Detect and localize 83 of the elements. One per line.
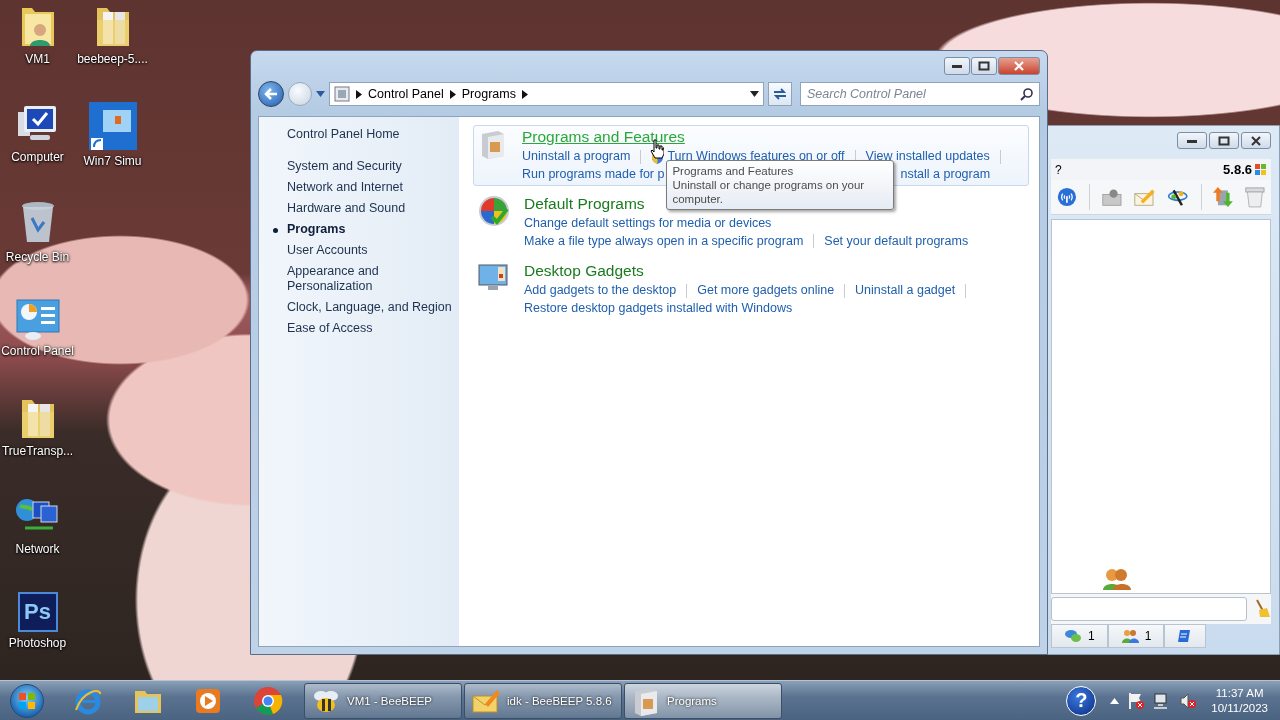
address-bar[interactable]: Control Panel Programs [329,82,764,106]
desktop-icon-label[interactable]: VM1 [0,52,75,67]
search-field[interactable]: Search Control Panel [800,82,1040,106]
maximize-button[interactable] [971,57,997,75]
speaker-muted-icon[interactable] [1179,691,1198,710]
broom-icon[interactable] [1253,599,1271,619]
desktop-icon-label[interactable]: Win7 Simu [75,154,150,169]
desktop-icon-label[interactable]: Photoshop [0,636,75,651]
nav-link[interactable]: User Accounts [272,240,459,261]
task-link[interactable]: Uninstall a gadget [855,282,956,300]
nav-link[interactable]: Appearance and Personalization [272,261,459,297]
desktop-icon-label[interactable]: beebeep-5.... [75,52,150,67]
refresh-icon [772,87,788,101]
envelope-pencil-icon [471,687,501,714]
nav-link[interactable]: Control Panel Home [287,125,459,143]
nav-link[interactable]: Hardware and Sound [272,198,459,219]
minimize-button[interactable] [1177,132,1207,149]
refresh-button[interactable] [768,82,792,106]
task-link[interactable]: Get more gadgets online [697,282,835,300]
users-icon [1102,567,1132,591]
task-link[interactable]: Make a file type always open in a specific program [524,232,804,250]
breadcrumb-item[interactable]: Programs [461,87,516,101]
dropdown-arrow-icon[interactable] [750,91,759,97]
panel-tab[interactable]: 1 [1051,624,1108,648]
nav-link[interactable]: Network and Internet [272,177,459,198]
message-input-field[interactable] [1051,597,1247,621]
users-icon [1120,628,1139,644]
breadcrumb-arrow-icon[interactable] [521,89,528,99]
tab-count: 1 [1144,629,1152,643]
tooltip-title: Programs and Features [672,163,795,178]
nav-link[interactable]: Clock, Language, and Region [272,297,459,318]
desktop-icon-label[interactable]: Network [0,542,75,557]
close-icon [1250,135,1262,146]
panel-tab[interactable] [1164,624,1207,648]
breadcrumb-arrow-icon[interactable] [449,89,456,99]
panel-tab[interactable]: 1 [1107,624,1165,648]
default-programs-icon [478,195,510,227]
back-arrow-icon [264,88,278,100]
close-button[interactable] [1241,132,1271,149]
chat-bubbles-icon [1064,629,1082,643]
task-link[interactable]: Run programs made for p [522,165,665,183]
category-heading-link[interactable]: Desktop Gadgets [524,262,977,282]
task-link[interactable]: View installed updates [865,148,990,166]
gadgets-monitor-icon [478,262,510,292]
history-dropdown-icon[interactable] [316,91,325,97]
flag-error-icon[interactable] [1127,691,1146,710]
tab-count: 1 [1088,629,1095,643]
nav-link[interactable]: System and Security [272,156,459,177]
task-link[interactable]: Set your default programs [824,232,969,250]
desktop-icon-label[interactable]: TrueTransp... [0,444,75,459]
start-button[interactable] [10,683,44,718]
maximize-button[interactable] [1209,132,1239,149]
back-button[interactable] [258,81,284,107]
nav-link[interactable]: Programs [272,219,459,240]
maximize-icon [1218,135,1230,146]
monitor-shortcut-icon [88,102,137,150]
tooltip-text: Uninstall or change programs on your computer. [672,177,866,206]
task-link[interactable]: Restore desktop gadgets installed with Windows [524,299,793,317]
windows-logo-icon [1255,163,1267,176]
chrome-icon[interactable] [253,685,283,716]
maximize-icon [978,61,990,71]
version-label: 5.8.6 [1223,162,1252,177]
task-link[interactable]: Add gadgets to the desktop [524,282,677,300]
desktop-icon-label[interactable]: Control Panel [0,344,75,359]
breadcrumb-arrow-icon[interactable] [356,89,362,99]
search-icon [1020,87,1034,101]
media-player-icon[interactable] [195,687,221,714]
task-link[interactable]: nstall a program [900,165,991,183]
desktop-icon-label[interactable]: Computer [0,150,75,165]
minimize-icon [951,63,963,69]
windows-logo-icon [18,691,36,710]
clock[interactable]: 11:37 AM 10/11/2023 [1211,685,1268,716]
show-hidden-icons-arrow[interactable] [1110,697,1120,704]
task-link[interactable]: Uninstall a program [522,148,631,166]
wireless-signal-icon[interactable] [1057,185,1077,209]
task-link[interactable]: Change default settings for media or devices [524,215,772,233]
close-icon [1013,61,1025,71]
breadcrumb-item[interactable]: Control Panel [368,87,444,101]
help-menu[interactable]: ? [1055,162,1062,177]
help-tray-icon[interactable]: ? [1066,685,1097,716]
minimize-button[interactable] [944,57,970,75]
photoshop-logo: Ps [17,592,58,632]
nav-link[interactable]: Ease of Access [272,318,459,339]
